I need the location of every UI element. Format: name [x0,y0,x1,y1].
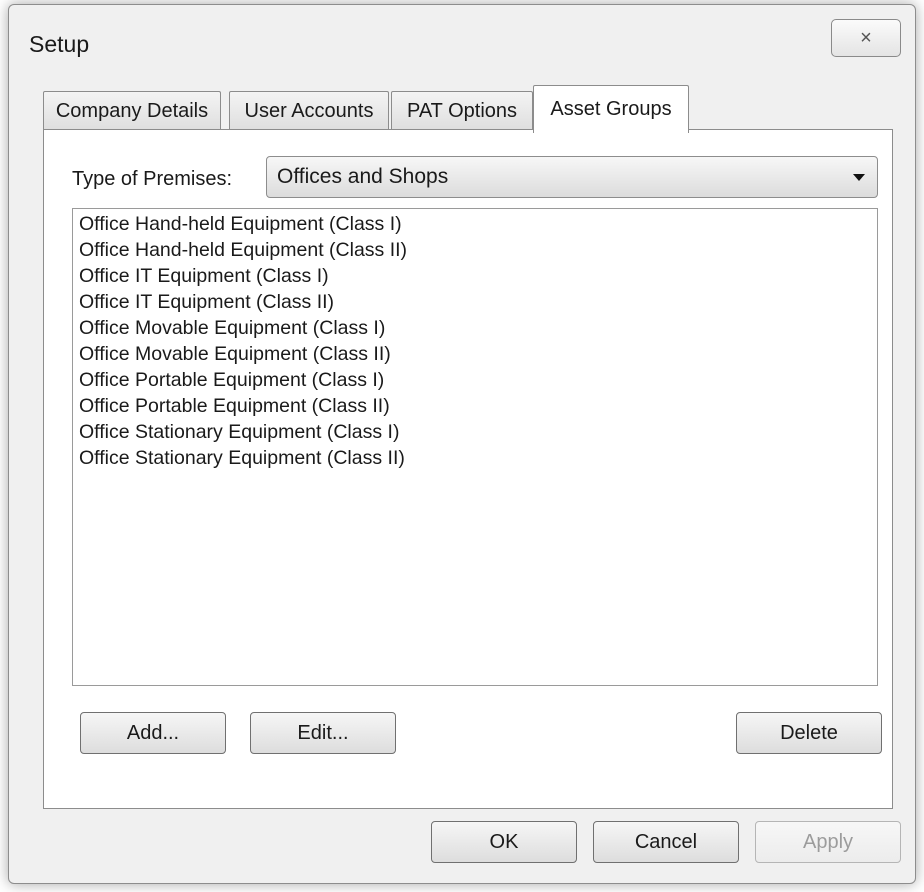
apply-button[interactable]: Apply [755,821,901,863]
list-item[interactable]: Office Hand-held Equipment (Class II) [79,237,871,263]
delete-button[interactable]: Delete [736,712,882,754]
list-item[interactable]: Office Movable Equipment (Class I) [79,315,871,341]
list-item[interactable]: Office Portable Equipment (Class I) [79,367,871,393]
premises-select-value: Offices and Shops [277,165,449,188]
close-icon: × [860,27,872,49]
tab-asset-groups[interactable]: Asset Groups [533,85,689,133]
tab-pat-options[interactable]: PAT Options [391,91,533,131]
list-item[interactable]: Office Stationary Equipment (Class II) [79,445,871,471]
close-button[interactable]: × [831,19,901,57]
setup-dialog: Setup × Company Details User Accounts PA… [8,4,916,884]
edit-button[interactable]: Edit... [250,712,396,754]
add-button[interactable]: Add... [80,712,226,754]
list-item[interactable]: Office Stationary Equipment (Class I) [79,419,871,445]
ok-button[interactable]: OK [431,821,577,863]
chevron-down-icon [853,173,865,181]
list-item[interactable]: Office IT Equipment (Class I) [79,263,871,289]
tab-user-accounts[interactable]: User Accounts [229,91,389,131]
premises-label: Type of Premises: [72,168,233,190]
list-item[interactable]: Office Movable Equipment (Class II) [79,341,871,367]
premises-select[interactable]: Offices and Shops [266,156,878,198]
list-item[interactable]: Office Hand-held Equipment (Class I) [79,211,871,237]
dialog-title: Setup [29,31,90,57]
list-item[interactable]: Office Portable Equipment (Class II) [79,393,871,419]
asset-group-list[interactable]: Office Hand-held Equipment (Class I) Offi… [72,208,878,686]
cancel-button[interactable]: Cancel [593,821,739,863]
list-item[interactable]: Office IT Equipment (Class II) [79,289,871,315]
tab-company-details[interactable]: Company Details [43,91,221,131]
asset-groups-panel: Type of Premises: Offices and Shops Offi… [43,129,893,809]
